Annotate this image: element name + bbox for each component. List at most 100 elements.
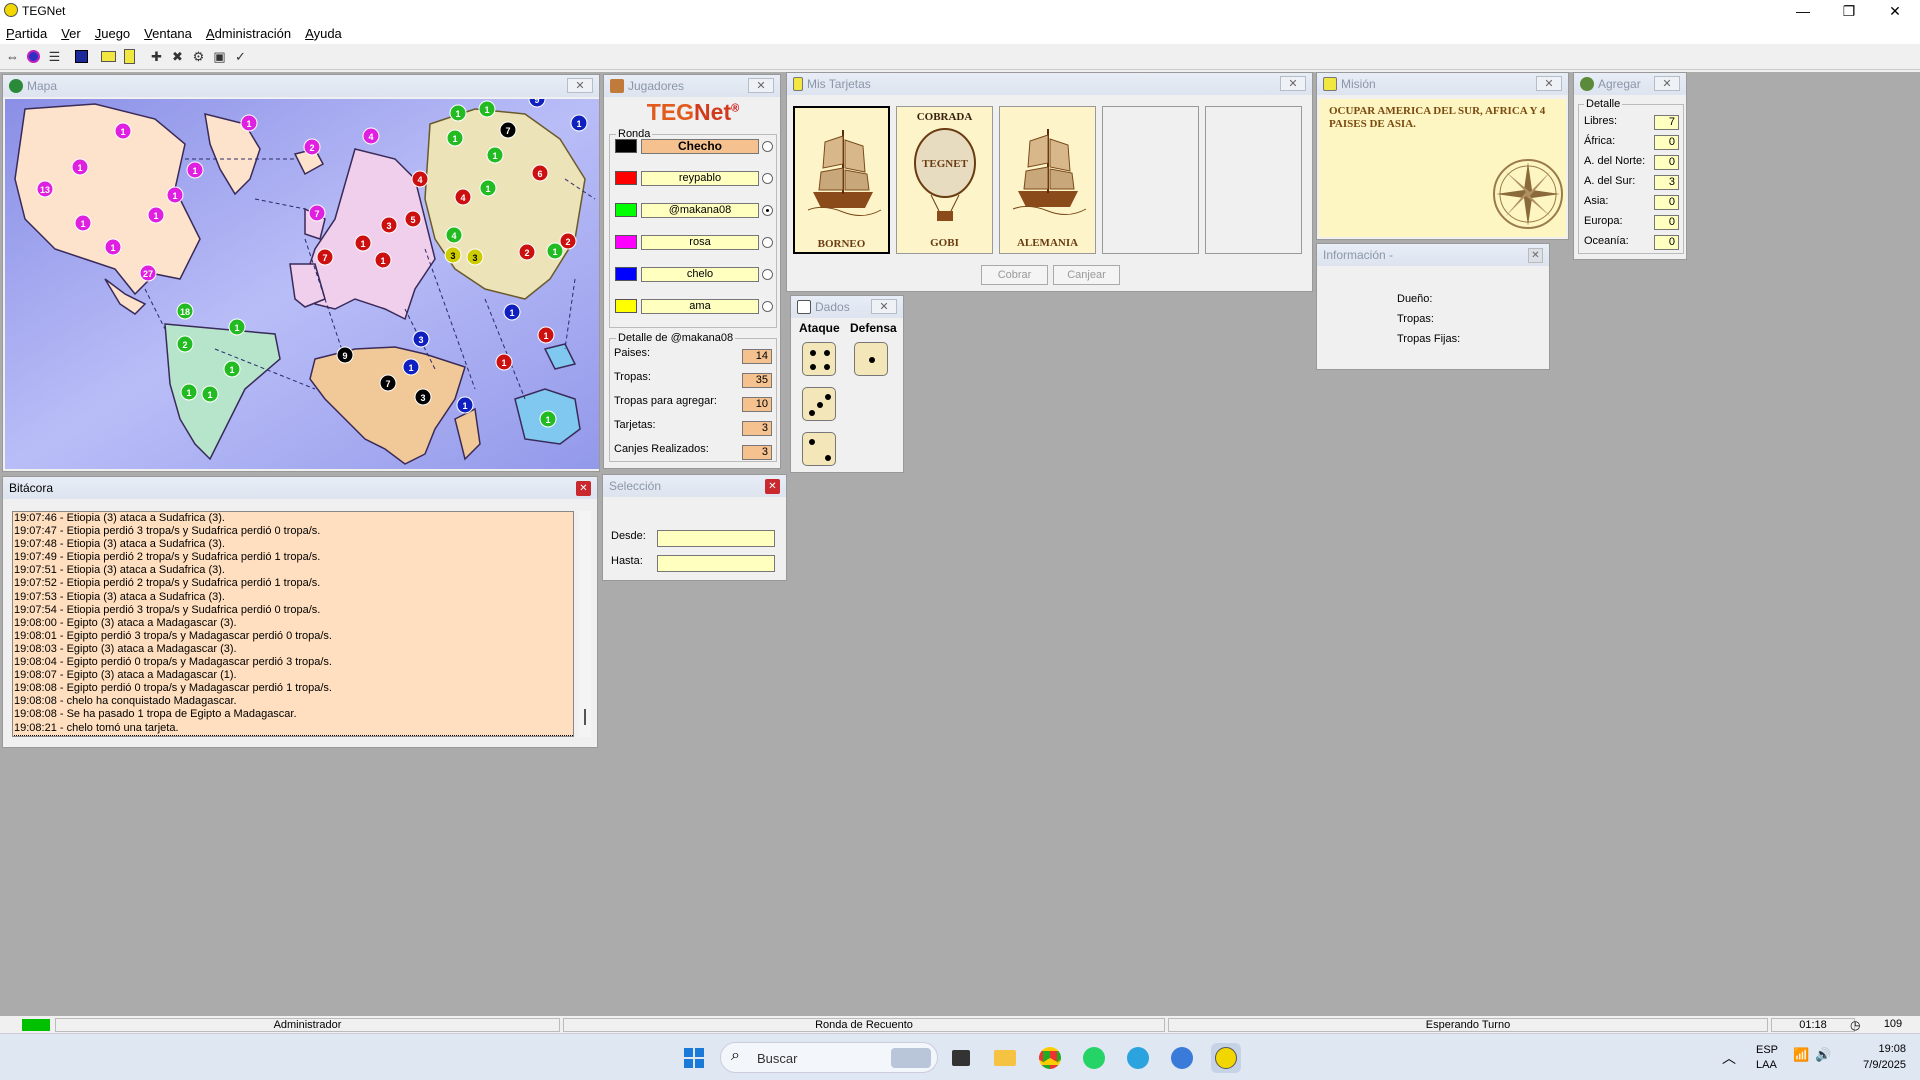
army-marker[interactable]: 9 bbox=[336, 346, 354, 364]
army-marker[interactable]: 3 bbox=[466, 248, 484, 266]
country-card[interactable]: COBRADA TEGNET GOBI bbox=[896, 106, 993, 254]
log-scrollbar[interactable] bbox=[579, 511, 591, 737]
army-marker[interactable]: 1 bbox=[228, 318, 246, 336]
to-field[interactable] bbox=[657, 555, 775, 572]
army-marker[interactable]: 1 bbox=[374, 251, 392, 269]
army-marker[interactable]: 18 bbox=[176, 302, 194, 320]
army-marker[interactable]: 2 bbox=[518, 243, 536, 261]
army-marker[interactable]: 1 bbox=[537, 326, 555, 344]
army-marker[interactable]: 5 bbox=[404, 210, 422, 228]
info-close-button[interactable]: ✕ bbox=[1528, 248, 1543, 263]
army-marker[interactable]: 1 bbox=[147, 206, 165, 224]
attack-icon[interactable]: ✖ bbox=[167, 46, 188, 67]
log-close-button[interactable]: ✕ bbox=[576, 481, 591, 496]
army-marker[interactable]: 3 bbox=[444, 246, 462, 264]
army-marker[interactable]: 3 bbox=[380, 216, 398, 234]
army-marker[interactable]: 1 bbox=[479, 179, 497, 197]
army-marker[interactable]: 1 bbox=[180, 383, 198, 401]
army-marker[interactable]: 1 bbox=[354, 234, 372, 252]
canjear-button[interactable]: Canjear bbox=[1053, 265, 1120, 285]
army-marker[interactable]: 4 bbox=[362, 127, 380, 145]
windows-start-icon[interactable] bbox=[679, 1043, 709, 1073]
army-marker[interactable]: 1 bbox=[201, 385, 219, 403]
menu-ver[interactable]: Ver bbox=[61, 26, 81, 41]
army-marker[interactable]: 4 bbox=[411, 170, 429, 188]
army-marker[interactable]: 1 bbox=[74, 214, 92, 232]
task-view-icon[interactable] bbox=[946, 1043, 976, 1073]
wifi-icon[interactable]: 📶 bbox=[1793, 1047, 1809, 1063]
army-marker[interactable]: 7 bbox=[316, 248, 334, 266]
country-card[interactable]: BORNEO bbox=[793, 106, 890, 254]
clock-date[interactable]: 7/9/2025 bbox=[1846, 1059, 1906, 1071]
players-close-button[interactable]: ✕ bbox=[748, 78, 774, 93]
army-marker[interactable]: 1 bbox=[503, 303, 521, 321]
maximize-button[interactable]: ❐ bbox=[1826, 0, 1872, 22]
selection-close-button[interactable]: ✕ bbox=[765, 479, 780, 494]
card-icon[interactable] bbox=[119, 46, 140, 67]
mission-close-button[interactable]: ✕ bbox=[1536, 76, 1562, 91]
army-marker[interactable]: 1 bbox=[449, 104, 467, 122]
army-marker[interactable]: 4 bbox=[454, 188, 472, 206]
taskbar-search[interactable]: ⌕ Buscar bbox=[720, 1042, 938, 1073]
army-marker[interactable]: 1 bbox=[456, 396, 474, 414]
mission-icon[interactable] bbox=[98, 46, 119, 67]
cobrar-button[interactable]: Cobrar bbox=[981, 265, 1048, 285]
army-marker[interactable]: 1 bbox=[570, 114, 588, 132]
close-button[interactable]: ✕ bbox=[1872, 0, 1918, 22]
army-marker[interactable]: 1 bbox=[495, 353, 513, 371]
list-icon[interactable]: ☰ bbox=[44, 46, 65, 67]
save-icon[interactable] bbox=[71, 46, 92, 67]
army-marker[interactable]: 1 bbox=[446, 129, 464, 147]
army-marker[interactable]: 7 bbox=[308, 204, 326, 222]
whatsapp-icon[interactable] bbox=[1079, 1043, 1109, 1073]
player-radio[interactable] bbox=[762, 269, 773, 280]
army-marker[interactable]: 1 bbox=[223, 360, 241, 378]
start-icon[interactable] bbox=[23, 46, 44, 67]
menu-juego[interactable]: Juego bbox=[95, 26, 130, 41]
menu-ayuda[interactable]: Ayuda bbox=[305, 26, 342, 41]
telegram-icon[interactable] bbox=[1123, 1043, 1153, 1073]
chrome-icon[interactable] bbox=[1035, 1043, 1065, 1073]
world-map[interactable]: 1111311111272471 11114181211 1117973913111… bbox=[5, 99, 599, 469]
cards-close-button[interactable]: ✕ bbox=[1280, 76, 1306, 91]
regroup-icon[interactable]: ⚙ bbox=[188, 46, 209, 67]
dice-close-button[interactable]: ✕ bbox=[871, 299, 897, 314]
clock-time[interactable]: 19:08 bbox=[1856, 1043, 1906, 1055]
army-marker[interactable]: 1 bbox=[186, 161, 204, 179]
tegnet-taskbar-icon[interactable] bbox=[1211, 1043, 1241, 1073]
army-marker[interactable]: 27 bbox=[139, 264, 157, 282]
army-marker[interactable]: 1 bbox=[71, 158, 89, 176]
army-marker[interactable]: 1 bbox=[166, 186, 184, 204]
menu-partida[interactable]: Partida bbox=[6, 26, 47, 41]
player-radio[interactable] bbox=[762, 237, 773, 248]
player-radio[interactable] bbox=[762, 301, 773, 312]
language-code[interactable]: ESP bbox=[1756, 1044, 1778, 1056]
army-marker[interactable]: 1 bbox=[539, 410, 557, 428]
from-field[interactable] bbox=[657, 530, 775, 547]
army-marker[interactable]: 2 bbox=[176, 335, 194, 353]
log-list[interactable]: 19:07:46 - Etiopia (3) ataca a Sudafrica… bbox=[12, 511, 574, 737]
player-radio[interactable] bbox=[762, 141, 773, 152]
army-marker[interactable]: 1 bbox=[402, 358, 420, 376]
army-marker[interactable]: 1 bbox=[478, 100, 496, 118]
end-turn-icon[interactable]: ✓ bbox=[230, 46, 251, 67]
minimize-button[interactable]: — bbox=[1780, 0, 1826, 22]
menu-administracion[interactable]: Administración bbox=[206, 26, 291, 41]
player-radio[interactable] bbox=[762, 173, 773, 184]
army-marker[interactable]: 7 bbox=[499, 121, 517, 139]
get-card-icon[interactable]: ▣ bbox=[209, 46, 230, 67]
player-radio[interactable] bbox=[762, 205, 773, 216]
army-marker[interactable]: 1 bbox=[240, 114, 258, 132]
army-marker[interactable]: 3 bbox=[414, 388, 432, 406]
file-explorer-icon[interactable] bbox=[990, 1043, 1020, 1073]
army-marker[interactable]: 13 bbox=[36, 180, 54, 198]
volume-icon[interactable]: 🔊 bbox=[1815, 1047, 1831, 1063]
country-card[interactable]: ALEMANIA bbox=[999, 106, 1096, 254]
army-marker[interactable]: 7 bbox=[379, 374, 397, 392]
army-marker[interactable]: 6 bbox=[531, 164, 549, 182]
add-close-button[interactable]: ✕ bbox=[1654, 76, 1680, 91]
connect-icon[interactable]: ⇔ bbox=[2, 46, 23, 67]
army-marker[interactable]: 1 bbox=[546, 242, 564, 260]
army-marker[interactable]: 3 bbox=[412, 330, 430, 348]
army-marker[interactable]: 2 bbox=[559, 232, 577, 250]
